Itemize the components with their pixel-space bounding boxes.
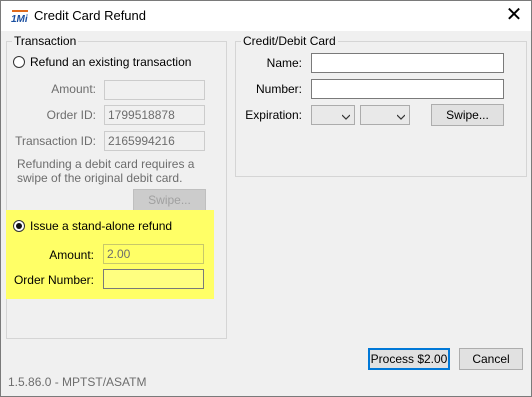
amount-label: Amount: — [51, 82, 96, 96]
version-label: 1.5.86.0 - MPTST/ASATM — [8, 375, 147, 389]
order-number-label: Order Number: — [13, 273, 94, 287]
transaction-swipe-button[interactable]: Swipe... — [133, 189, 206, 211]
card-number-field[interactable] — [311, 79, 504, 99]
process-button[interactable]: Process $2.00 — [368, 348, 450, 370]
transaction-id-label: Transaction ID: — [15, 134, 96, 148]
card-group-label: Credit/Debit Card — [241, 34, 338, 48]
debit-note-line1: Refunding a debit card requires a — [17, 157, 195, 171]
svg-text:1Mi: 1Mi — [11, 14, 28, 24]
order-number-field[interactable] — [103, 269, 204, 289]
chevron-down-icon — [396, 110, 406, 120]
standalone-amount-field[interactable] — [103, 244, 204, 264]
card-number-label: Number: — [255, 82, 302, 96]
chevron-down-icon — [341, 110, 351, 120]
standalone-refund-radio[interactable] — [13, 220, 25, 232]
close-icon[interactable]: ✕ — [500, 3, 528, 27]
transaction-group-label: Transaction — [12, 34, 79, 48]
refund-existing-label: Refund an existing transaction — [30, 55, 192, 69]
expiration-month-select[interactable] — [311, 105, 355, 125]
app-logo-icon: 1Mi — [10, 8, 30, 25]
refund-existing-radio[interactable] — [13, 56, 25, 68]
card-name-label: Name: — [266, 56, 302, 70]
order-id-field[interactable] — [104, 105, 205, 125]
cancel-button[interactable]: Cancel — [459, 348, 523, 370]
amount-field[interactable] — [104, 80, 205, 100]
debit-note-line2: swipe of the original debit card. — [17, 171, 183, 185]
order-id-label: Order ID: — [46, 108, 96, 122]
expiration-year-select[interactable] — [360, 105, 410, 125]
card-name-field[interactable] — [311, 53, 504, 73]
window-title: Credit Card Refund — [34, 8, 146, 23]
card-swipe-button[interactable]: Swipe... — [431, 104, 504, 126]
transaction-id-field[interactable] — [104, 131, 205, 151]
expiration-label: Expiration: — [245, 108, 302, 122]
standalone-refund-label: Issue a stand-alone refund — [30, 219, 173, 233]
standalone-amount-label: Amount: — [49, 248, 94, 262]
